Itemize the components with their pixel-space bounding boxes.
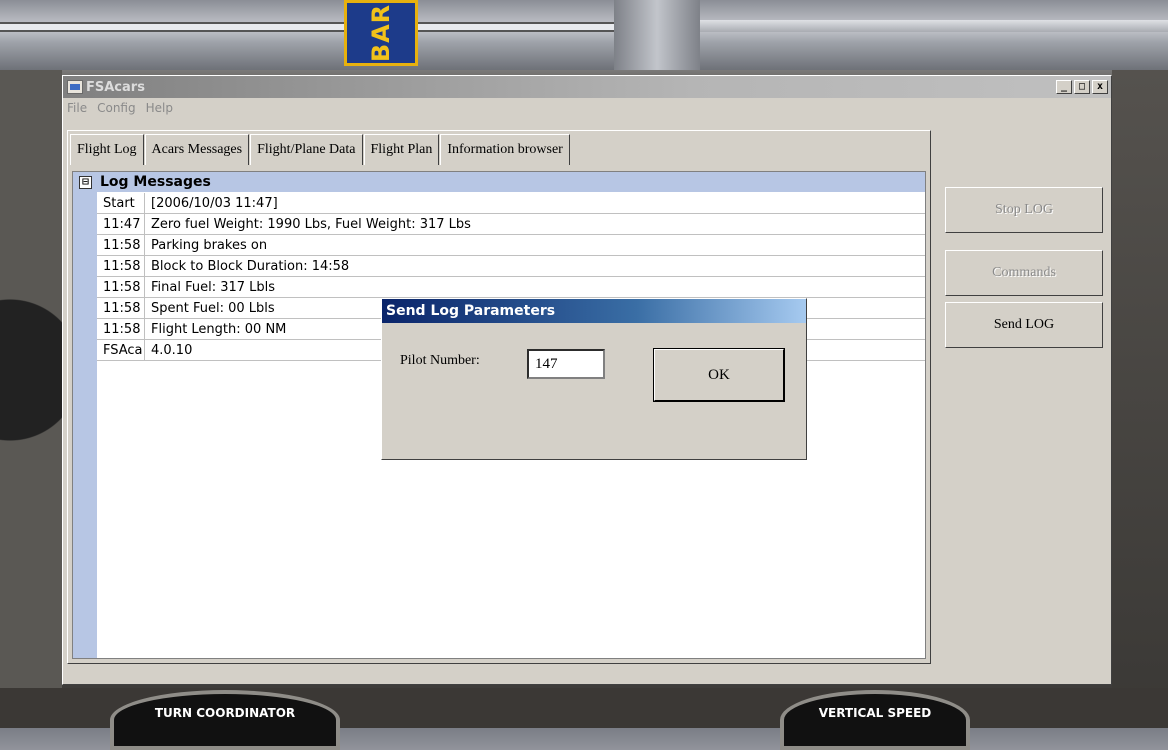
log-message: Zero fuel Weight: 1990 Lbs, Fuel Weight:… — [151, 216, 471, 232]
log-time: FSAca — [97, 340, 145, 360]
sim-sky-hangar — [0, 0, 1168, 70]
log-message: Block to Block Duration: 14:58 — [151, 258, 350, 274]
menu-config[interactable]: Config — [97, 101, 136, 115]
commands-button[interactable]: Commands — [945, 250, 1103, 296]
pilot-number-label: Pilot Number: — [400, 353, 480, 368]
log-message: Parking brakes on — [151, 237, 268, 253]
menu-help[interactable]: Help — [146, 101, 173, 115]
menu-bar: File Config Help — [63, 98, 1111, 118]
window-controls: _ □ x — [1056, 80, 1108, 94]
tab-information-browser[interactable]: Information browser — [440, 134, 570, 165]
turn-coordinator-gauge: TURN COORDINATOR — [110, 690, 340, 750]
cockpit-right-panel — [1112, 70, 1168, 728]
window-title: FSAcars — [86, 79, 145, 95]
ok-button[interactable]: OK — [653, 348, 785, 402]
close-button[interactable]: x — [1092, 80, 1108, 94]
minimize-button[interactable]: _ — [1056, 80, 1072, 94]
log-gutter — [73, 172, 97, 658]
cockpit-left-panel — [0, 70, 62, 728]
log-time: 11:47 — [97, 214, 145, 234]
tab-acars-messages[interactable]: Acars Messages — [144, 134, 250, 165]
vertical-speed-gauge: VERTICAL SPEED — [780, 690, 970, 750]
tab-strip: Flight Log Acars Messages Flight/Plane D… — [70, 134, 571, 165]
collapse-icon[interactable]: ⊟ — [79, 175, 92, 189]
log-header[interactable]: ⊟ Log Messages — [73, 172, 925, 192]
log-time: 11:58 — [97, 319, 145, 339]
log-row[interactable]: 11:58 Block to Block Duration: 14:58 — [97, 256, 925, 277]
log-message: Final Fuel: 317 Lbls — [151, 279, 276, 295]
maximize-button[interactable]: □ — [1074, 80, 1090, 94]
tab-flight-plane-data[interactable]: Flight/Plane Data — [250, 134, 363, 165]
send-log-parameters-dialog: Send Log Parameters Pilot Number: 147 OK — [381, 298, 807, 460]
stop-log-button[interactable]: Stop LOG — [945, 187, 1103, 233]
log-time: 11:58 — [97, 256, 145, 276]
log-row[interactable]: Start [2006/10/03 11:47] — [97, 193, 925, 214]
menu-file[interactable]: File — [67, 101, 87, 115]
tab-flight-log[interactable]: Flight Log — [70, 134, 144, 165]
log-message: Flight Length: 00 NM — [151, 321, 287, 337]
hangar-sign: BAR — [344, 0, 418, 66]
log-time: 11:58 — [97, 298, 145, 318]
log-row[interactable]: 11:58 Parking brakes on — [97, 235, 925, 256]
log-time: 11:58 — [97, 277, 145, 297]
dialog-title[interactable]: Send Log Parameters — [382, 299, 806, 323]
title-bar[interactable]: FSAcars _ □ x — [63, 76, 1111, 98]
fsacars-app-icon — [67, 80, 83, 94]
log-time: Start — [97, 193, 145, 213]
hangar-beam — [0, 22, 620, 32]
log-message: Spent Fuel: 00 Lbls — [151, 300, 275, 316]
log-header-label: Log Messages — [100, 174, 211, 190]
log-message: 4.0.10 — [151, 342, 193, 358]
hangar-beam-right — [700, 20, 1168, 32]
pilot-number-input[interactable]: 147 — [527, 349, 605, 379]
log-time: 11:58 — [97, 235, 145, 255]
log-row[interactable]: 11:47 Zero fuel Weight: 1990 Lbs, Fuel We… — [97, 214, 925, 235]
log-row[interactable]: 11:58 Final Fuel: 317 Lbls — [97, 277, 925, 298]
send-log-button[interactable]: Send LOG — [945, 302, 1103, 348]
tab-flight-plan[interactable]: Flight Plan — [363, 134, 440, 165]
log-message: [2006/10/03 11:47] — [151, 195, 278, 211]
hangar-pole — [614, 0, 700, 70]
